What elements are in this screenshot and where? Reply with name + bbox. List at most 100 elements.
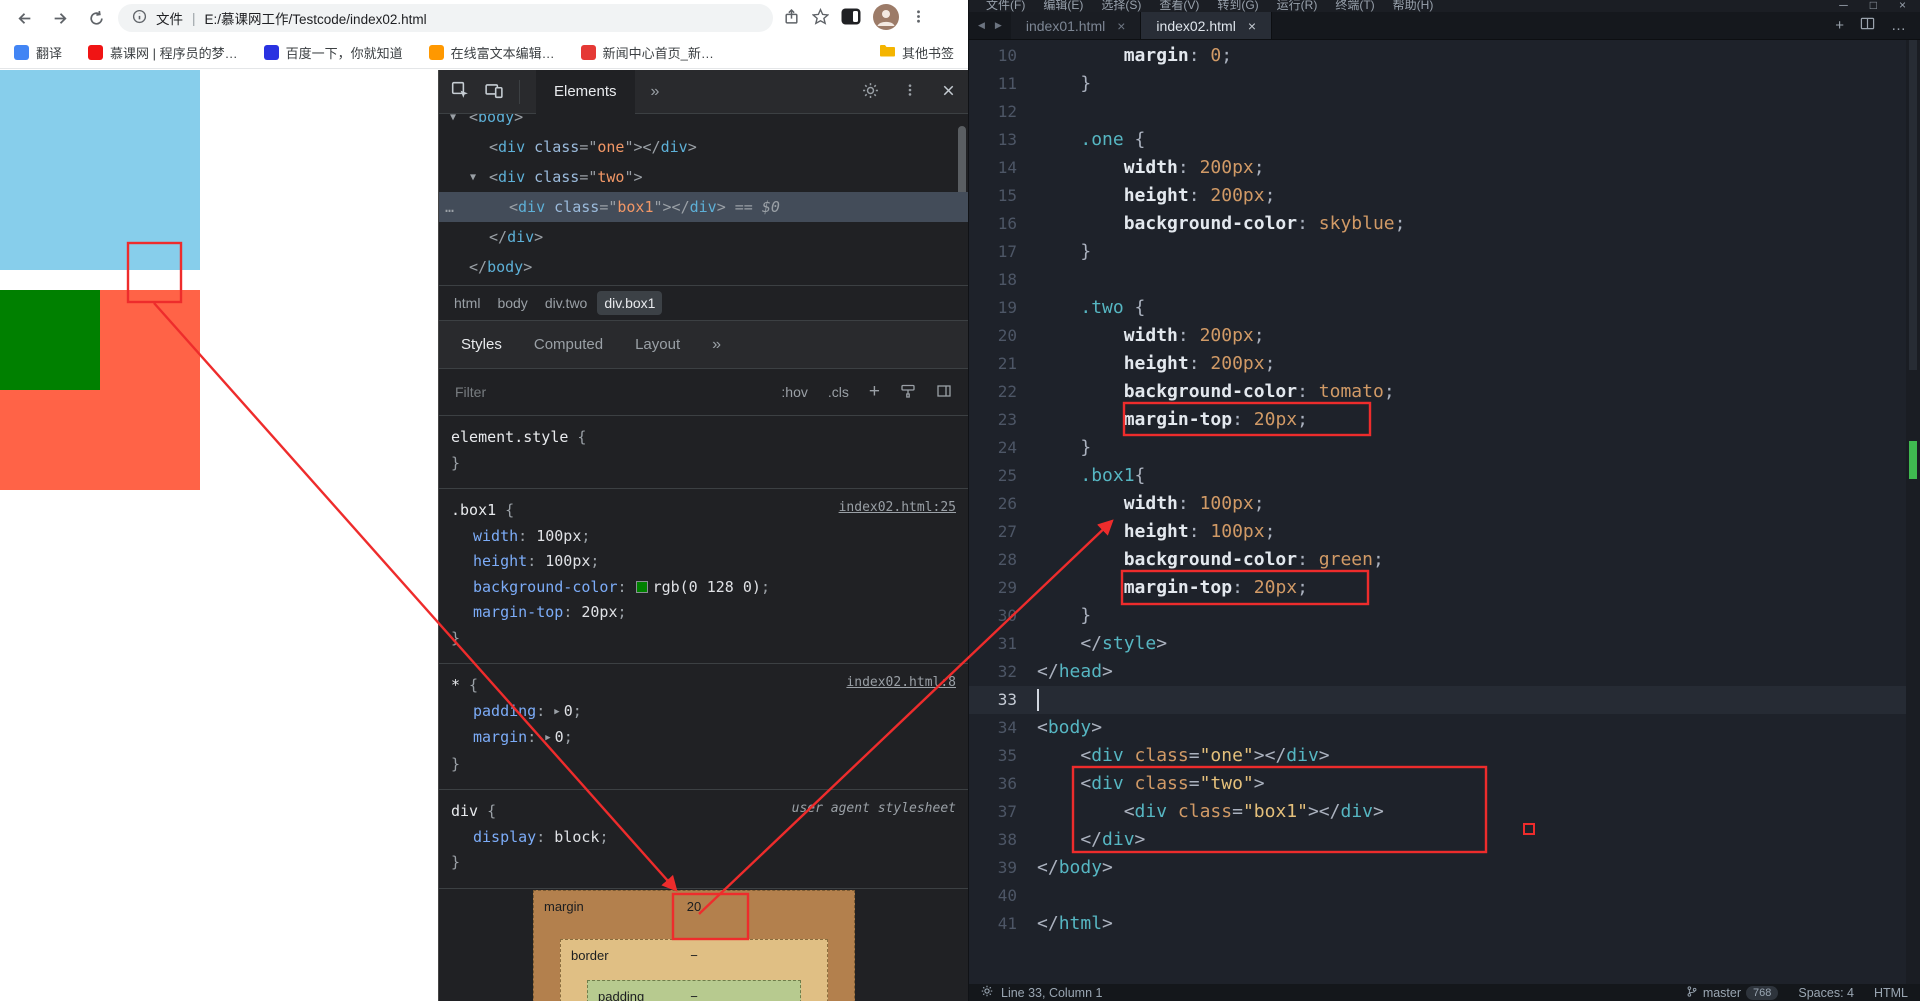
box-model-margin-top-value[interactable]: 20 [534,899,854,914]
subtab-styles[interactable]: Styles [461,336,502,353]
tab-scroll-left-icon[interactable]: ◀ [978,20,985,31]
box-model-border-top-value[interactable]: − [561,948,827,963]
editor-scrollbar[interactable] [1906,40,1920,984]
code-line[interactable]: 19 .two { [969,294,1906,322]
rendering-icon[interactable] [900,383,916,402]
expand-arrow-icon[interactable]: ▼ [450,114,456,133]
code-line[interactable]: 18 [969,266,1906,294]
code-line[interactable]: 36 <div class="two"> [969,770,1906,798]
css-selector[interactable]: * [451,676,460,694]
bookmark-item[interactable]: 慕课网 | 程序员的梦… [88,43,238,62]
browser-menu-kebab-icon[interactable] [911,8,926,28]
back-icon[interactable] [10,4,38,32]
menu-item[interactable]: 转到(G) [1208,0,1267,12]
box-model-border[interactable]: border − padding − [560,939,828,1001]
avatar[interactable] [873,4,899,33]
menu-item[interactable]: 查看(V) [1150,0,1208,12]
maximize-icon[interactable]: □ [1870,0,1877,12]
breadcrumb-item[interactable]: div.two [538,291,595,315]
box-model-margin[interactable]: margin 20 border − padding − [533,890,855,1001]
expand-shorthand-icon[interactable]: ▶ [554,707,559,717]
tab-elements[interactable]: Elements [536,70,635,114]
dom-tree-row[interactable]: </body> [439,252,968,282]
code-line[interactable]: 27 height: 100px; [969,518,1906,546]
code-line[interactable]: 21 height: 200px; [969,350,1906,378]
code-line[interactable]: 40 [969,882,1906,910]
css-declaration[interactable]: background-color: rgb(0 128 0); [451,575,956,601]
inspect-element-icon[interactable] [451,81,469,102]
box-model-padding-top-value[interactable]: − [588,989,800,1001]
code-line[interactable]: 29 margin-top: 20px; [969,574,1906,602]
bookmark-item[interactable]: 在线富文本编辑… [429,43,555,62]
bookmark-item[interactable]: 新闻中心首页_新… [581,43,714,62]
code-line[interactable]: 37 <div class="box1"></div> [969,798,1906,826]
device-toolbar-icon[interactable] [485,81,503,102]
indentation-setting[interactable]: Spaces: 4 [1798,986,1854,1000]
code-line[interactable]: 38 </div> [969,826,1906,854]
css-selector[interactable]: .box1 [451,501,496,519]
css-declaration[interactable]: width: 100px; [451,524,956,550]
code-line[interactable]: 12 [969,98,1906,126]
css-declaration[interactable]: display: block; [451,825,956,851]
info-icon[interactable] [132,9,147,27]
code-line[interactable]: 22 background-color: tomato; [969,378,1906,406]
code-line[interactable]: 14 width: 200px; [969,154,1906,182]
more-panels-icon[interactable]: » [651,83,660,101]
cursor-position[interactable]: Line 33, Column 1 [1001,986,1102,1000]
css-declaration[interactable]: margin-top: 20px; [451,600,956,626]
menu-item[interactable]: 帮助(H) [1384,0,1443,12]
breadcrumb-item[interactable]: body [490,291,534,315]
code-line[interactable]: 17 } [969,238,1906,266]
close-window-icon[interactable]: × [1899,0,1906,12]
side-panel-icon[interactable] [841,8,861,28]
reload-icon[interactable] [82,4,110,32]
other-bookmarks-button[interactable]: 其他书签 [879,43,954,62]
code-line[interactable]: 26 width: 100px; [969,490,1906,518]
bookmark-item[interactable]: 百度一下，你就知道 [264,43,403,62]
filter-input[interactable]: Filter [455,384,486,400]
status-gear-icon[interactable] [981,985,993,1000]
subtab-computed[interactable]: Computed [534,336,603,353]
code-line[interactable]: 23 margin-top: 20px; [969,406,1906,434]
tab-scroll-right-icon[interactable]: ▶ [995,20,1002,31]
code-line[interactable]: 24 } [969,434,1906,462]
menu-item[interactable]: 编辑(E) [1034,0,1092,12]
breadcrumb-item[interactable]: html [447,291,487,315]
color-swatch[interactable] [636,581,648,593]
subtab-layout[interactable]: Layout [635,336,680,353]
css-source-link[interactable]: index02.html:25 [839,500,956,515]
close-icon[interactable]: × [1248,18,1256,34]
css-selector[interactable]: element.style [451,428,568,446]
dom-tree-row[interactable]: <div class="one"></div> [439,132,968,162]
scrollbar-thumb[interactable] [1909,40,1917,370]
language-mode[interactable]: HTML [1874,986,1908,1000]
forward-icon[interactable] [46,4,74,32]
css-source-link[interactable]: index02.html:8 [846,675,956,690]
row-more-actions-icon[interactable]: … [445,192,454,222]
close-icon[interactable]: × [1117,18,1125,34]
code-line[interactable]: 11 } [969,70,1906,98]
bookmark-item[interactable]: 翻译 [14,43,62,62]
editor-tab[interactable]: index02.html× [1141,12,1272,39]
toggle-hover-button[interactable]: :hov [781,384,807,400]
dom-tree-row[interactable]: ▼<body> [439,114,968,132]
share-icon[interactable] [783,8,800,28]
dom-tree-row[interactable]: …<div class="box1"></div> == $0 [439,192,968,222]
address-bar[interactable]: 文件 | E:/慕课网工作/Testcode/index02.html [118,4,773,32]
dom-tree-row[interactable]: ▼<div class="two"> [439,162,968,192]
more-actions-icon[interactable]: … [1891,17,1906,34]
code-line[interactable]: 25 .box1{ [969,462,1906,490]
code-editor[interactable]: 10 margin: 0;11 }1213 .one {14 width: 20… [969,40,1906,984]
code-line[interactable]: 16 background-color: skyblue; [969,210,1906,238]
code-line[interactable]: 41</html> [969,910,1906,938]
code-line[interactable]: 15 height: 200px; [969,182,1906,210]
box-model-padding[interactable]: padding − [587,980,801,1001]
expand-arrow-icon[interactable]: ▼ [470,163,476,193]
minimize-icon[interactable]: ─ [1839,0,1848,12]
git-branch-item[interactable]: master 768 [1686,985,1779,1001]
code-line[interactable]: 32</head> [969,658,1906,686]
settings-gear-icon[interactable] [862,82,879,102]
bookmark-star-icon[interactable] [812,8,829,28]
menu-item[interactable]: 运行(R) [1268,0,1327,12]
code-line[interactable]: 35 <div class="one"></div> [969,742,1906,770]
